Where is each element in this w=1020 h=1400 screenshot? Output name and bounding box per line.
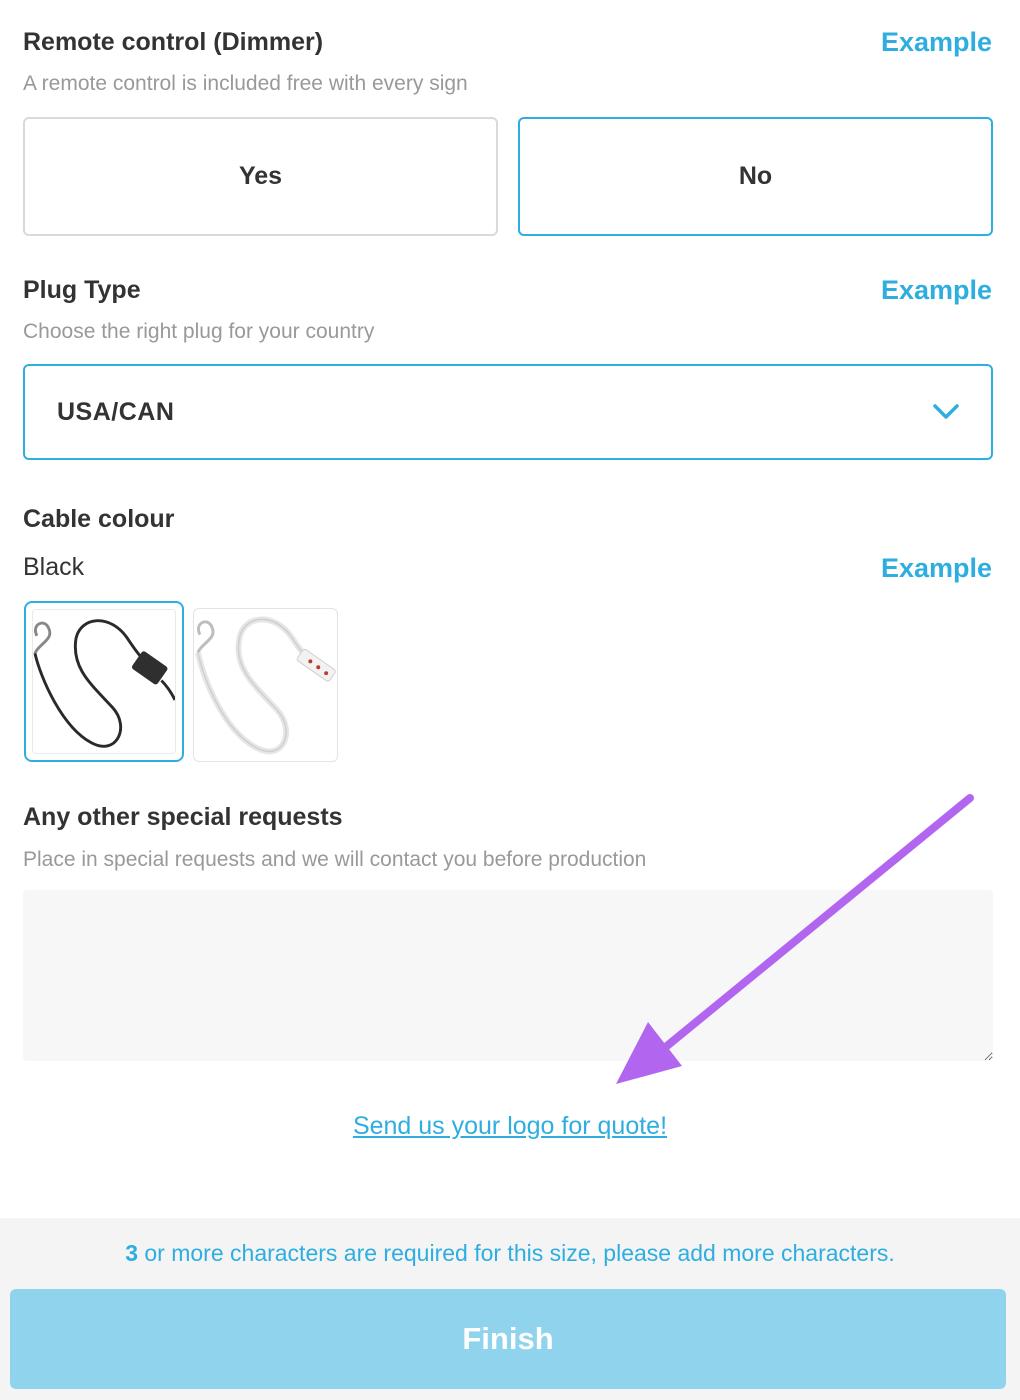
character-requirement-text: or more characters are required for this… [138, 1240, 895, 1266]
plug-type-title: Plug Type [23, 276, 141, 304]
cable-colour-title: Cable colour [23, 505, 175, 533]
cable-colour-selected-value: Black [23, 553, 85, 581]
remote-control-title: Remote control (Dimmer) [23, 28, 324, 56]
white-cable-image [195, 616, 336, 755]
remote-control-example-link[interactable]: Example [881, 27, 992, 58]
cable-colour-example-link[interactable]: Example [881, 553, 992, 584]
finish-button[interactable]: Finish [10, 1289, 1006, 1389]
send-logo-link[interactable]: Send us your logo for quote! [0, 1112, 1020, 1141]
character-requirement-message: 3 or more characters are required for th… [0, 1240, 1020, 1267]
remote-no-button[interactable]: No [518, 117, 993, 236]
remote-no-label: No [738, 162, 773, 190]
remote-yes-button[interactable]: Yes [23, 117, 498, 236]
special-requests-title: Any other special requests [23, 803, 343, 831]
plug-type-select[interactable]: USA/CAN [23, 364, 993, 460]
special-requests-textarea[interactable] [23, 890, 993, 1061]
remote-control-helper: A remote control is included free with e… [23, 72, 468, 95]
chevron-down-icon [933, 404, 959, 419]
black-cable-image [33, 619, 175, 748]
special-requests-helper: Place in special requests and we will co… [23, 848, 647, 871]
plug-type-helper: Choose the right plug for your country [23, 320, 375, 343]
required-character-count: 3 [125, 1240, 138, 1266]
finish-button-label: Finish [462, 1321, 554, 1356]
white-cable-swatch[interactable] [193, 608, 338, 762]
plug-type-selected-value: USA/CAN [57, 397, 175, 426]
black-cable-swatch[interactable] [24, 601, 184, 762]
remote-yes-label: Yes [238, 162, 283, 190]
plug-type-example-link[interactable]: Example [881, 275, 992, 306]
